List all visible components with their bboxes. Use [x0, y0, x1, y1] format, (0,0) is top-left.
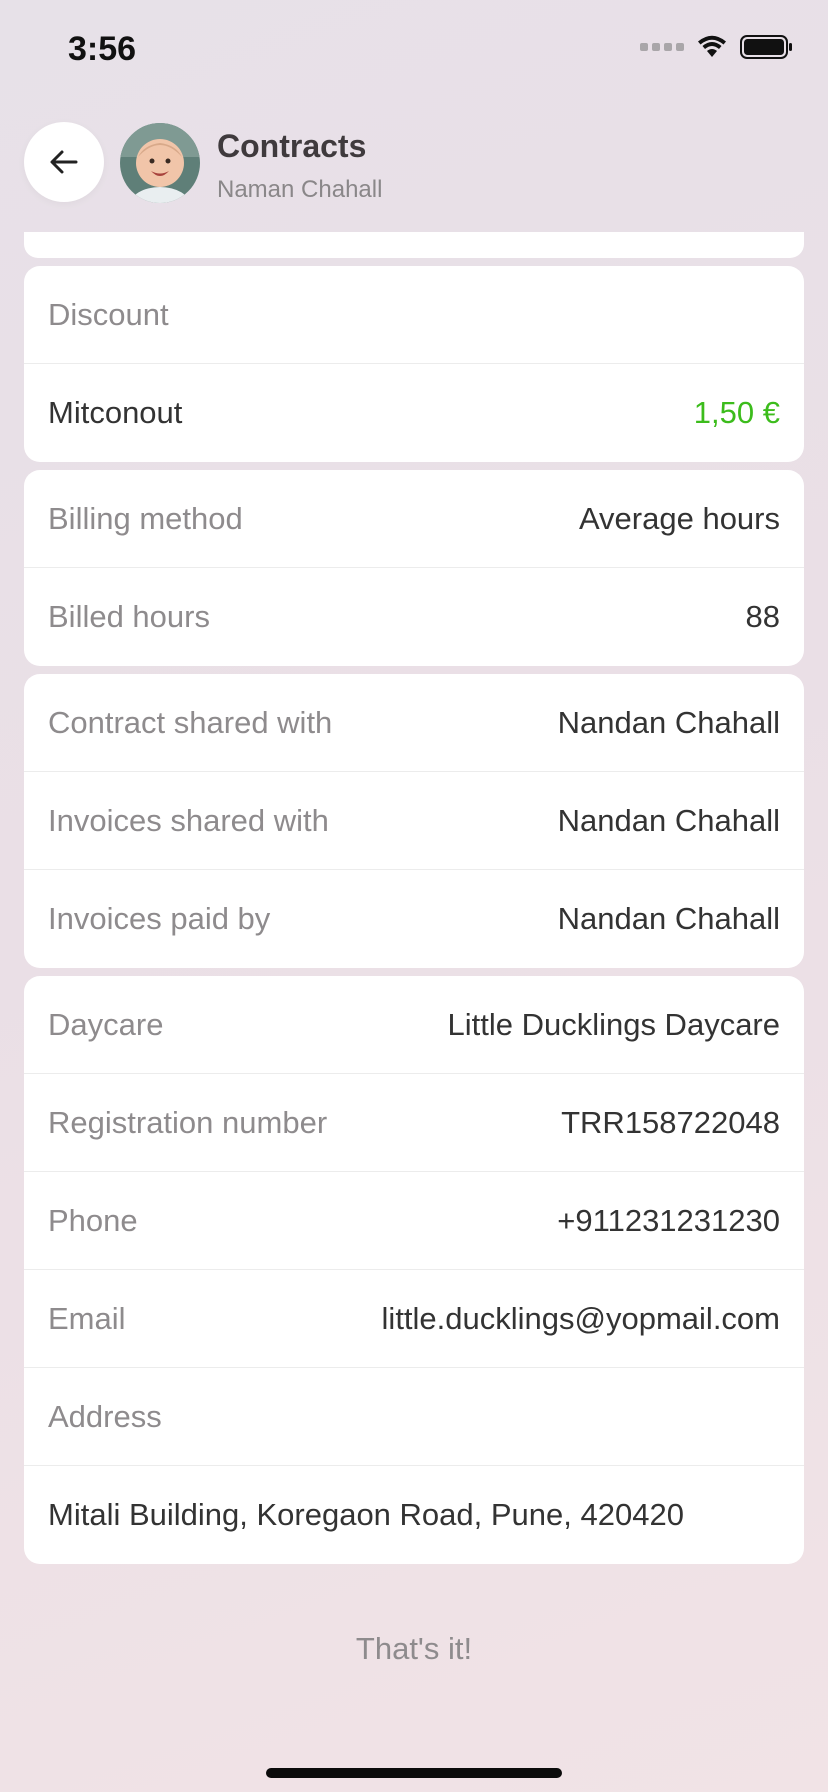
status-bar: 3:56	[0, 0, 828, 100]
billed-hours-value: 88	[745, 599, 780, 634]
status-icons	[640, 34, 794, 60]
invoices-paid-row: Invoices paid by Nandan Chahall	[24, 870, 804, 968]
invoices-shared-label: Invoices shared with	[48, 802, 329, 838]
billed-hours-label: Billed hours	[48, 599, 210, 634]
phone-label: Phone	[48, 1202, 138, 1238]
billed-hours-row: Billed hours 88	[24, 568, 804, 666]
end-of-list-text: That's it!	[355, 1631, 473, 1666]
daycare-card: Daycare Little Ducklings Daycare Registr…	[24, 976, 804, 1564]
phone-value[interactable]: +911231231230	[557, 1203, 780, 1239]
discount-item-label: Mitconout	[48, 395, 183, 430]
arrow-left-icon	[50, 150, 78, 174]
battery-icon	[740, 35, 792, 59]
invoices-shared-value: Nandan Chahall	[557, 802, 780, 838]
partial-card	[24, 232, 804, 258]
address-label: Address	[48, 1398, 162, 1434]
avatar	[120, 123, 200, 203]
home-indicator[interactable]	[266, 1768, 562, 1778]
header: Contracts Naman Chahall	[24, 122, 804, 206]
contract-shared-label: Contract shared with	[48, 704, 333, 740]
invoices-paid-label: Invoices paid by	[48, 901, 271, 936]
wifi-icon	[698, 35, 726, 57]
invoices-shared-row: Invoices shared with Nandan Chahall	[24, 772, 804, 870]
discount-card: Discount Mitconout 1,50 €	[24, 266, 804, 462]
billing-method-value: Average hours	[578, 500, 780, 536]
back-button[interactable]	[24, 122, 104, 202]
contract-details[interactable]: Discount Mitconout 1,50 € Billing method…	[24, 266, 804, 1572]
daycare-row: Daycare Little Ducklings Daycare	[24, 976, 804, 1074]
daycare-value: Little Ducklings Daycare	[447, 1006, 780, 1042]
email-value[interactable]: little.ducklings@yopmail.com	[382, 1301, 780, 1337]
registration-label: Registration number	[48, 1104, 328, 1140]
billing-method-label: Billing method	[48, 500, 243, 536]
address-value: Mitali Building, Koregaon Road, Pune, 42…	[48, 1497, 684, 1532]
discount-header-row: Discount	[24, 266, 804, 364]
discount-item-row: Mitconout 1,50 €	[24, 364, 804, 462]
discount-item-value: 1,50 €	[693, 395, 780, 430]
page-title: Contracts	[217, 128, 367, 164]
discount-label: Discount	[48, 296, 169, 332]
email-row[interactable]: Email little.ducklings@yopmail.com	[24, 1270, 804, 1368]
billing-card: Billing method Average hours Billed hour…	[24, 470, 804, 666]
billing-method-row: Billing method Average hours	[24, 470, 804, 568]
page-subtitle: Naman Chahall	[217, 176, 383, 203]
cellular-signal-icon	[640, 43, 684, 51]
status-time: 3:56	[68, 30, 137, 68]
email-label: Email	[48, 1300, 126, 1336]
daycare-label: Daycare	[48, 1006, 164, 1042]
registration-row: Registration number TRR158722048	[24, 1074, 804, 1172]
contract-shared-row: Contract shared with Nandan Chahall	[24, 674, 804, 772]
registration-value: TRR158722048	[561, 1104, 780, 1140]
address-value-row: Mitali Building, Koregaon Road, Pune, 42…	[24, 1466, 804, 1564]
contract-shared-value: Nandan Chahall	[557, 704, 780, 740]
phone-row[interactable]: Phone +911231231230	[24, 1172, 804, 1270]
address-header-row: Address	[24, 1368, 804, 1466]
sharing-card: Contract shared with Nandan Chahall Invo…	[24, 674, 804, 968]
invoices-paid-value: Nandan Chahall	[557, 901, 780, 936]
